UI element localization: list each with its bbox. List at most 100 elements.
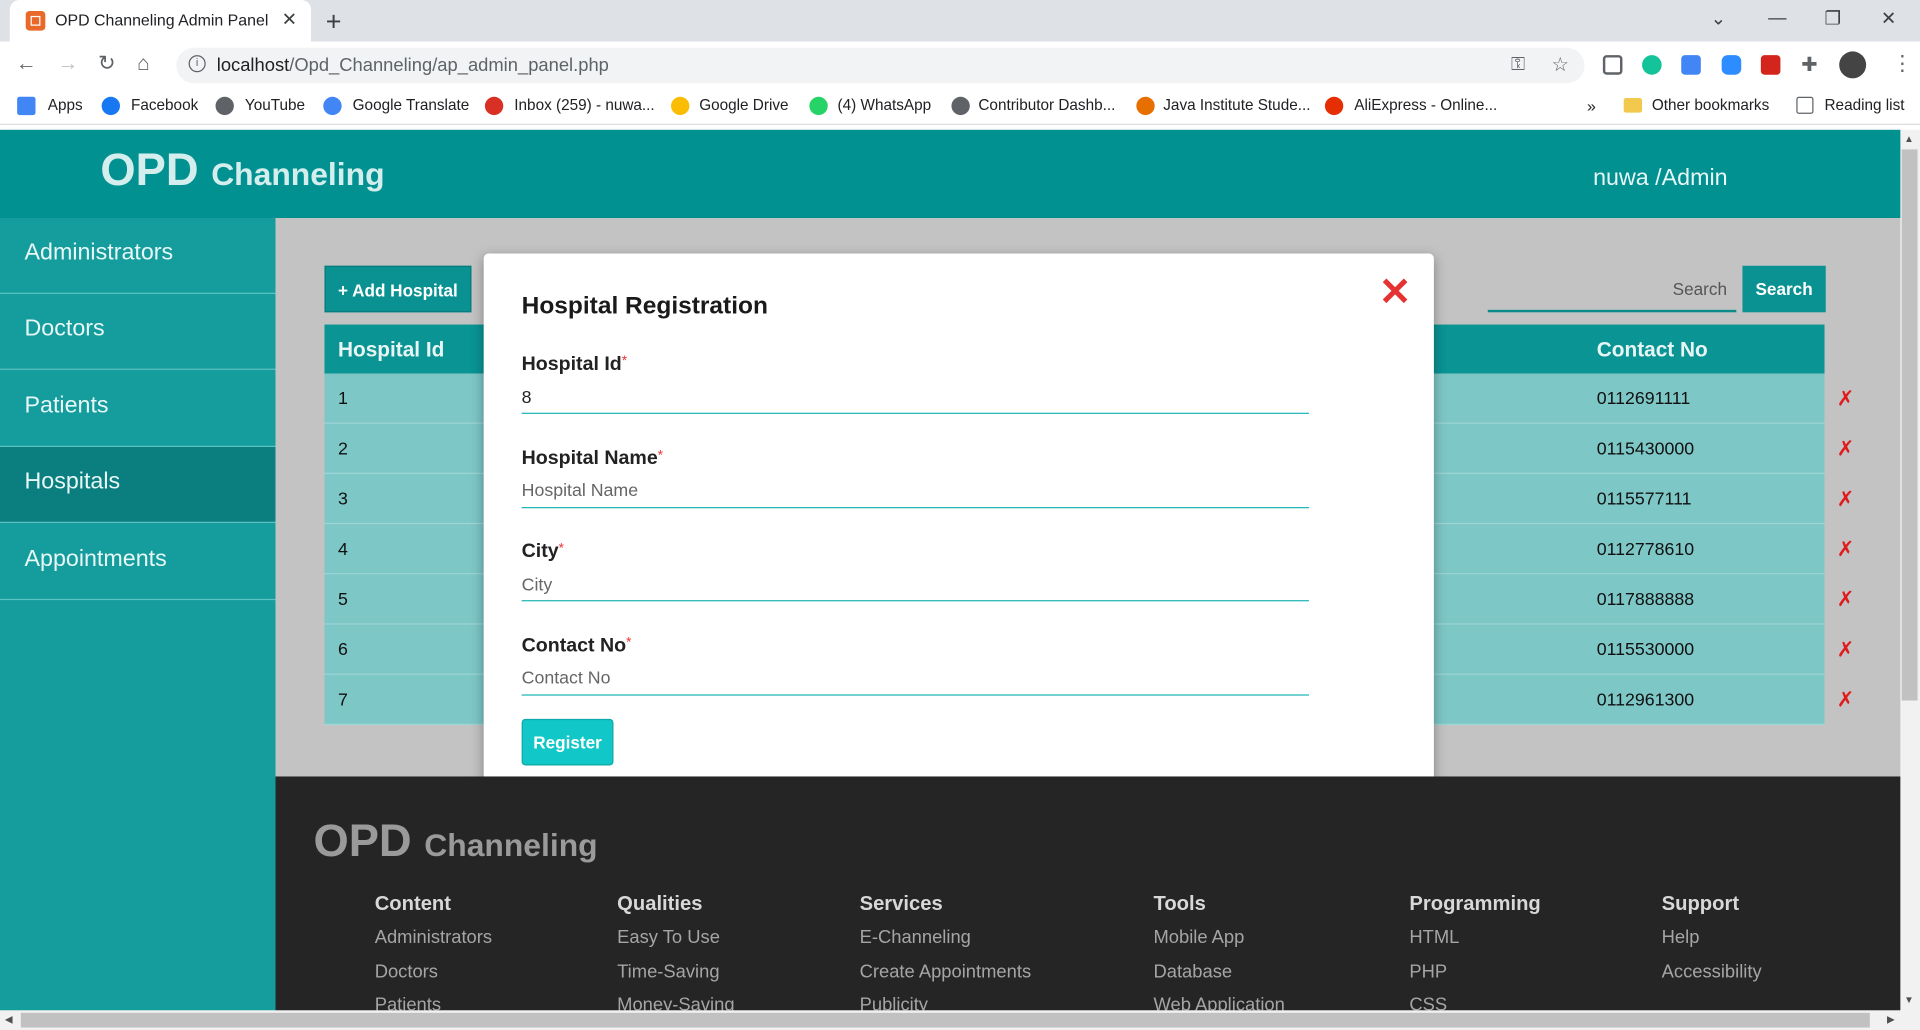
cell-contact-no: 0115577111 <box>1596 489 1692 510</box>
footer-link[interactable]: Accessibility <box>1662 961 1762 982</box>
drive-icon <box>671 96 690 116</box>
bookmark-3[interactable]: Google Translate <box>353 97 470 114</box>
bookmark-7[interactable]: Contributor Dashb... <box>978 97 1115 114</box>
reading-list[interactable]: Reading list <box>1825 97 1905 114</box>
restore-icon[interactable]: ❐ <box>1825 7 1841 30</box>
browser-menu-icon[interactable]: ⋮ <box>1892 51 1913 75</box>
scroll-left-arrow-icon[interactable]: ◀ <box>5 1014 13 1025</box>
required-mark: * <box>626 635 632 650</box>
delete-row-icon[interactable]: ✗ <box>1837 588 1854 612</box>
contact-no-label: Contact No* <box>522 635 632 657</box>
hospital-name-label-text: Hospital Name <box>521 447 658 469</box>
cell-hospital-id: 2 <box>337 439 348 460</box>
footer-link[interactable]: Easy To Use <box>617 927 720 948</box>
cell-hospital-id: 5 <box>337 590 348 610</box>
footer-logo: OPD Channeling <box>313 815 598 866</box>
footer-link[interactable]: Help <box>1662 927 1700 948</box>
close-window-icon[interactable]: ✕ <box>1881 7 1896 30</box>
footer-link[interactable]: Time-Saving <box>617 961 719 982</box>
footer-link[interactable]: Mobile App <box>1153 927 1244 948</box>
bookmark-star-icon[interactable]: ☆ <box>1551 53 1569 77</box>
bookmark-5[interactable]: Google Drive <box>699 97 788 114</box>
required-mark: * <box>657 447 663 463</box>
footer-link[interactable]: PHP <box>1409 961 1447 982</box>
scroll-up-arrow-icon[interactable]: ▲ <box>1904 133 1914 144</box>
bookmark-2[interactable]: YouTube <box>245 97 305 114</box>
footer-link[interactable]: Database <box>1153 961 1232 982</box>
forward-icon[interactable]: → <box>58 51 79 75</box>
bookmark-0[interactable]: Apps <box>48 97 83 114</box>
cell-hospital-id: 4 <box>337 540 348 560</box>
search-button[interactable]: Search <box>1742 265 1826 313</box>
close-tab-icon[interactable]: ✕ <box>282 9 297 31</box>
sidebar-item-administrators[interactable]: Administrators <box>0 218 276 294</box>
translate-icon <box>323 96 342 116</box>
close-modal-icon[interactable]: ✕ <box>1379 272 1412 311</box>
cell-contact-no: 0117888888 <box>1596 590 1695 610</box>
bookmark-1[interactable]: Facebook <box>131 97 198 114</box>
browser-tab[interactable]: OPD Channeling Admin Panel ✕ <box>9 0 312 42</box>
add-hospital-button[interactable]: + Add Hospital <box>324 265 472 313</box>
sidebar-item-appointments[interactable]: Appointments <box>0 524 276 600</box>
bookmark-6[interactable]: (4) WhatsApp <box>838 97 932 114</box>
delete-row-icon[interactable]: ✗ <box>1837 638 1854 662</box>
col-hospital-id: Hospital Id <box>337 338 445 362</box>
site-info-icon[interactable]: i <box>188 55 206 73</box>
hospital-id-field[interactable] <box>521 382 1309 414</box>
horizontal-scroll-thumb[interactable] <box>20 1012 1870 1028</box>
delete-row-icon[interactable]: ✗ <box>1837 437 1854 461</box>
footer-heading-support: Support <box>1661 892 1740 915</box>
footer-heading-programming: Programming <box>1409 892 1541 915</box>
footer-link[interactable]: Doctors <box>375 961 438 982</box>
home-icon[interactable]: ⌂ <box>137 51 150 75</box>
more-bookmarks-icon[interactable]: » <box>1587 97 1596 115</box>
address-bar[interactable]: i localhost/Opd_Channeling/ap_admin_pane… <box>176 47 1585 84</box>
back-icon[interactable]: ← <box>16 51 37 75</box>
delete-row-icon[interactable]: ✗ <box>1837 538 1854 562</box>
contact-no-field[interactable] <box>521 663 1309 696</box>
delete-row-icon[interactable]: ✗ <box>1837 387 1854 411</box>
site-logo[interactable]: OPD Channeling <box>100 145 384 196</box>
footer-link[interactable]: Administrators <box>375 927 492 948</box>
footer-link[interactable]: Create Appointments <box>860 961 1032 982</box>
bookmark-8[interactable]: Java Institute Stude... <box>1163 97 1310 114</box>
translate-extension-icon[interactable] <box>1681 55 1701 75</box>
sidebar-item-doctors[interactable]: Doctors <box>0 294 276 371</box>
bookmark-4[interactable]: Inbox (259) - nuwa... <box>514 97 654 114</box>
footer-link[interactable]: E-Channeling <box>860 927 971 948</box>
city-field[interactable] <box>521 569 1309 602</box>
reload-icon[interactable]: ↻ <box>98 51 115 75</box>
reading-mode-icon[interactable] <box>1602 55 1623 75</box>
footer-heading-tools: Tools <box>1153 892 1206 915</box>
cell-contact-no: 0112961300 <box>1596 690 1695 711</box>
profile-avatar[interactable] <box>1839 51 1867 79</box>
site-footer <box>275 776 1901 1011</box>
footer-link[interactable]: HTML <box>1409 927 1459 948</box>
sidebar-item-hospitals[interactable]: Hospitals <box>0 447 276 524</box>
hospital-name-label: Hospital Name* <box>522 448 663 470</box>
bookmark-9[interactable]: AliExpress - Online... <box>1354 97 1497 114</box>
new-tab-icon[interactable]: + <box>326 6 342 38</box>
search-input[interactable]: Search <box>1673 279 1727 299</box>
cell-contact-no: 0115530000 <box>1596 640 1695 661</box>
delete-row-icon[interactable]: ✗ <box>1837 487 1854 511</box>
hospital-name-field[interactable] <box>521 475 1309 508</box>
grammarly-icon[interactable] <box>1642 55 1662 75</box>
scroll-right-arrow-icon[interactable]: ▶ <box>1887 1014 1895 1025</box>
scroll-down-arrow-icon[interactable]: ▼ <box>1904 994 1914 1005</box>
current-user[interactable]: nuwa /Admin <box>1593 165 1728 192</box>
footer-heading-content: Content <box>374 892 452 915</box>
minimize-icon[interactable]: — <box>1768 7 1786 28</box>
key-icon[interactable]: ⚿ <box>1511 54 1525 75</box>
sidebar-item-patients[interactable]: Patients <box>0 371 276 447</box>
tab-search-icon[interactable]: ⌄ <box>1711 7 1726 30</box>
hospital-id-label: Hospital Id* <box>522 354 627 376</box>
pdf-extension-icon[interactable] <box>1760 55 1781 75</box>
vertical-scroll-thumb[interactable] <box>1901 149 1918 701</box>
extensions-puzzle-icon[interactable]: ✚ <box>1801 53 1817 77</box>
reading-list-icon <box>1796 96 1814 114</box>
zoom-extension-icon[interactable] <box>1721 55 1742 75</box>
other-bookmarks[interactable]: Other bookmarks <box>1652 97 1769 114</box>
register-button[interactable]: Register <box>521 718 614 766</box>
delete-row-icon[interactable]: ✗ <box>1837 688 1854 712</box>
